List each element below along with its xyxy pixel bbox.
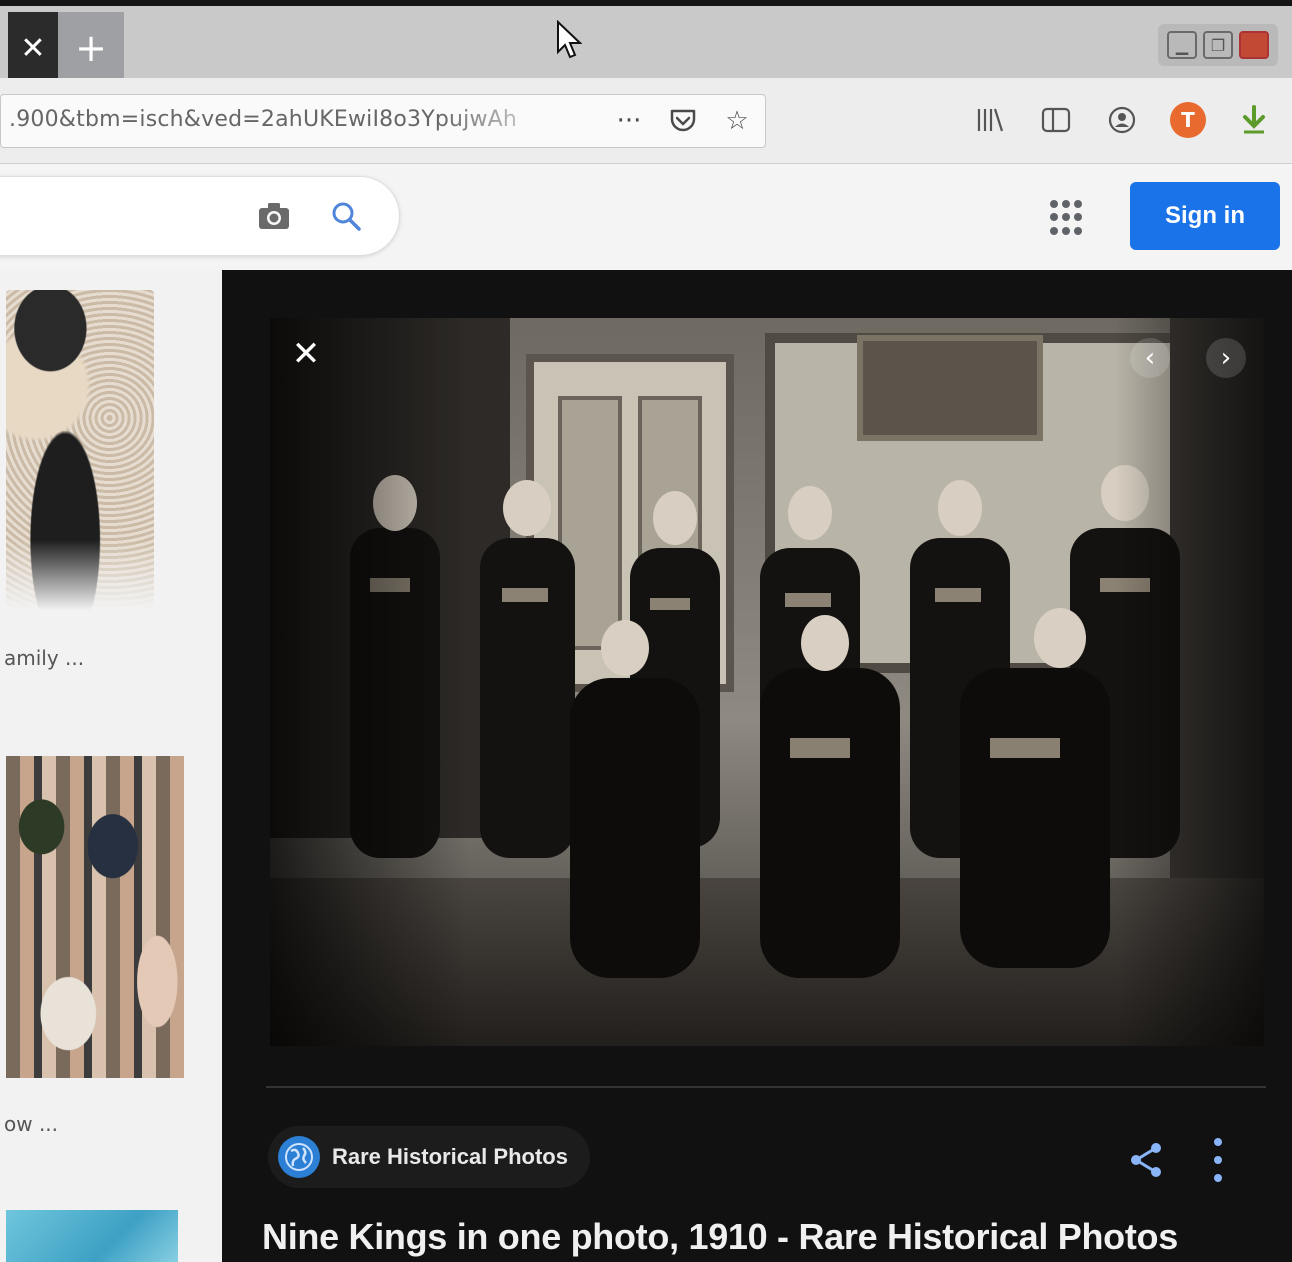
result-thumbnail-1[interactable]: [6, 290, 154, 610]
search-input[interactable]: [0, 176, 400, 256]
source-chip[interactable]: Rare Historical Photos: [268, 1126, 590, 1188]
result-caption-2[interactable]: ow ...: [4, 1112, 58, 1136]
preview-title[interactable]: Nine Kings in one photo, 1910 - Rare His…: [262, 1216, 1178, 1258]
window-controls: ▁ ❐: [1158, 24, 1278, 66]
result-thumbnail-3[interactable]: [6, 1210, 178, 1262]
globe-icon: [278, 1136, 320, 1178]
sign-in-button[interactable]: Sign in: [1130, 182, 1280, 250]
toolbar-icons: T: [972, 102, 1272, 138]
result-caption-1[interactable]: amily ...: [4, 646, 84, 670]
more-options-icon[interactable]: [1210, 1138, 1226, 1182]
restore-button[interactable]: ❐: [1203, 31, 1233, 59]
previous-image-button[interactable]: ‹: [1130, 338, 1170, 378]
result-thumbnail-2[interactable]: [6, 756, 184, 1078]
share-icon[interactable]: [1126, 1140, 1166, 1180]
library-icon[interactable]: [972, 102, 1008, 138]
url-actions: ··· ☆: [611, 103, 755, 139]
minimize-button[interactable]: ▁: [1167, 31, 1197, 59]
source-name: Rare Historical Photos: [332, 1144, 568, 1169]
preview-image[interactable]: [270, 318, 1264, 1046]
sidebar-icon[interactable]: [1038, 102, 1074, 138]
url-fade: [441, 99, 601, 143]
navigation-toolbar: .900&tbm=isch&ved=2ahUKEwiI8o3YpujwAh ··…: [0, 78, 1292, 164]
new-tab-button[interactable]: +: [58, 12, 124, 84]
extension-t-icon[interactable]: T: [1170, 102, 1206, 138]
preview-close-button[interactable]: ✕: [286, 334, 326, 374]
divider: [266, 1086, 1266, 1088]
download-icon[interactable]: [1236, 102, 1272, 138]
more-icon[interactable]: ···: [611, 103, 647, 139]
thumbnail-fade: [6, 540, 154, 610]
image-results-column: amily ... ow ...: [0, 270, 222, 1262]
window-close-button[interactable]: [1239, 31, 1269, 59]
url-bar[interactable]: .900&tbm=isch&ved=2ahUKEwiI8o3YpujwAh ··…: [0, 94, 766, 148]
apps-grid-icon[interactable]: [1050, 200, 1086, 236]
star-icon[interactable]: ☆: [719, 103, 755, 139]
tab-strip: ✕ + ▁ ❐: [0, 0, 1292, 84]
image-preview-panel: ✕ ‹ › Rare Historical Photos Nine Kings …: [222, 270, 1292, 1262]
next-image-button[interactable]: ›: [1206, 338, 1246, 378]
tab-close-button[interactable]: ✕: [8, 12, 58, 84]
search-icon[interactable]: [329, 199, 363, 233]
pocket-icon[interactable]: [665, 103, 701, 139]
camera-icon[interactable]: [257, 201, 291, 231]
mouse-cursor-icon: [557, 20, 582, 59]
google-header: Sign in: [0, 164, 1292, 270]
photo-illustration: [270, 318, 1264, 1046]
account-icon[interactable]: [1104, 102, 1140, 138]
